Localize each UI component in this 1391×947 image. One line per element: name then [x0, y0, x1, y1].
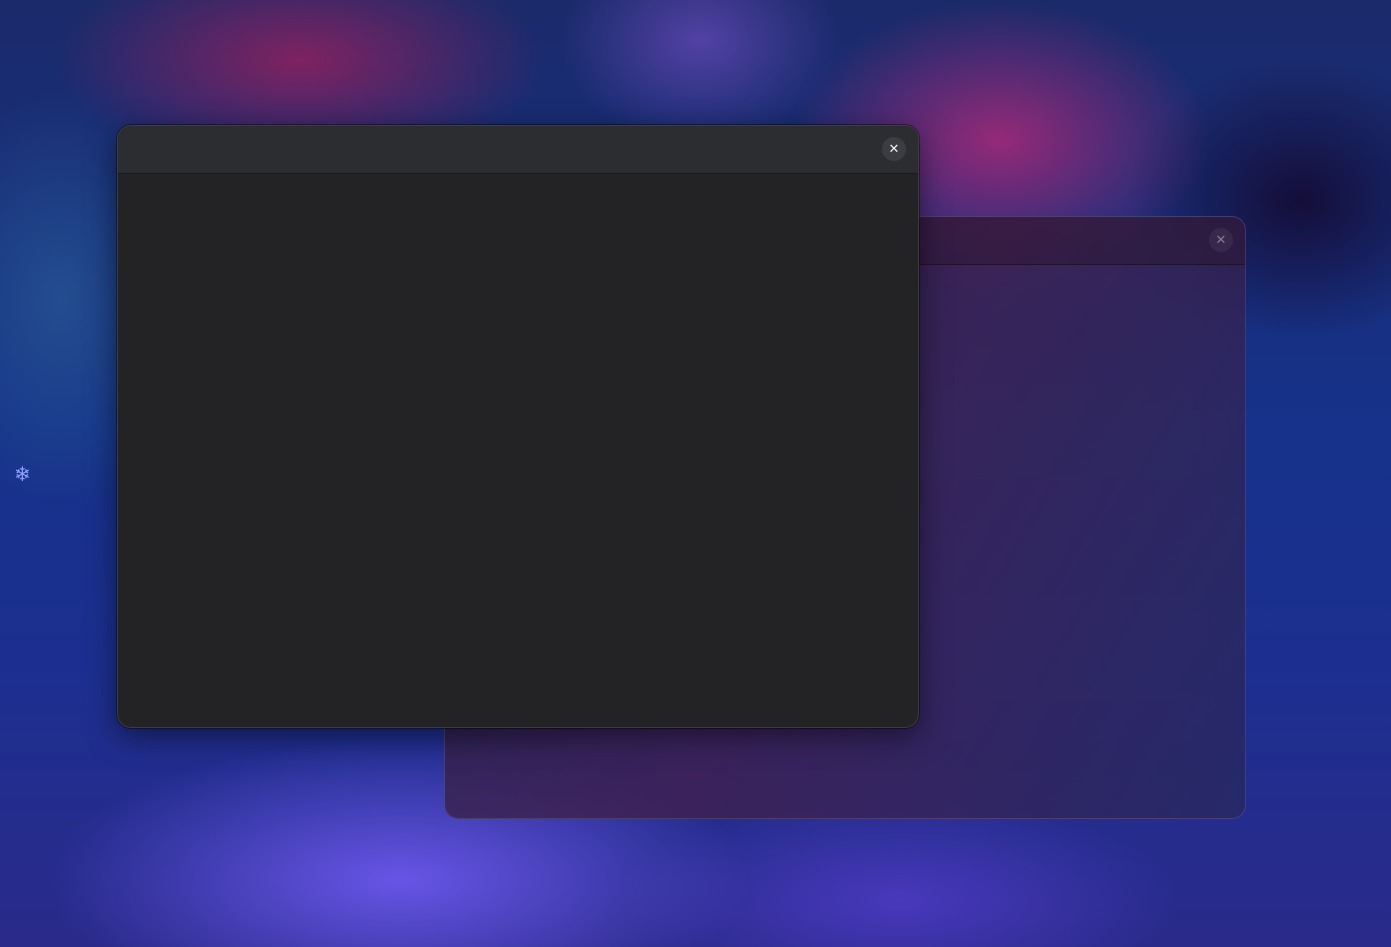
close-icon[interactable]: ✕: [882, 137, 906, 161]
snowflake-icon: ❄: [14, 462, 31, 486]
close-icon[interactable]: ✕: [1209, 228, 1233, 252]
front-window[interactable]: ✕: [117, 125, 919, 728]
front-window-titlebar[interactable]: ✕: [118, 126, 918, 174]
